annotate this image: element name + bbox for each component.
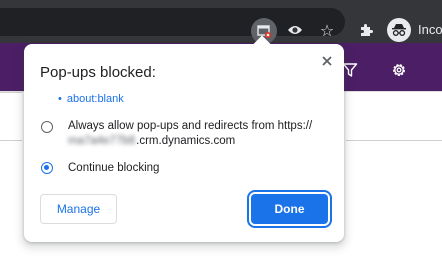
manage-button[interactable]: Manage — [40, 194, 117, 224]
eye-icon[interactable] — [285, 20, 305, 40]
star-icon[interactable]: ☆ — [317, 20, 337, 40]
blocked-popup-link[interactable]: about:blank — [67, 93, 124, 105]
close-icon — [322, 56, 332, 66]
redacted-host: ma7a4e77b8 — [68, 135, 136, 147]
incognito-icon[interactable] — [387, 18, 411, 42]
browser-toolbar: ☆ Incog — [0, 0, 442, 44]
allow-popups-text: Always allow pop-ups and redirects from … — [68, 120, 313, 132]
page-divider — [346, 140, 442, 141]
done-button[interactable]: Done — [251, 194, 328, 224]
allow-popups-label[interactable]: Always allow pop-ups and redirects from … — [68, 119, 338, 149]
page-divider — [0, 140, 22, 141]
extensions-icon[interactable] — [356, 20, 376, 40]
popups-blocked-dialog: Pop-ups blocked: • about:blank Always all… — [24, 35, 344, 242]
dialog-title: Pop-ups blocked: — [40, 64, 156, 81]
page-divider — [0, 92, 22, 93]
continue-blocking-radio[interactable] — [41, 162, 53, 174]
allow-popups-radio[interactable] — [41, 121, 53, 133]
gear-icon[interactable] — [389, 60, 409, 80]
incognito-label: Incog — [418, 22, 442, 37]
close-button[interactable] — [317, 51, 337, 71]
blocked-popup-item[interactable]: • about:blank — [58, 93, 124, 105]
bullet-icon: • — [58, 93, 62, 105]
continue-blocking-label[interactable]: Continue blocking — [68, 161, 159, 176]
allow-popups-domain: .crm.dynamics.com — [136, 135, 236, 147]
